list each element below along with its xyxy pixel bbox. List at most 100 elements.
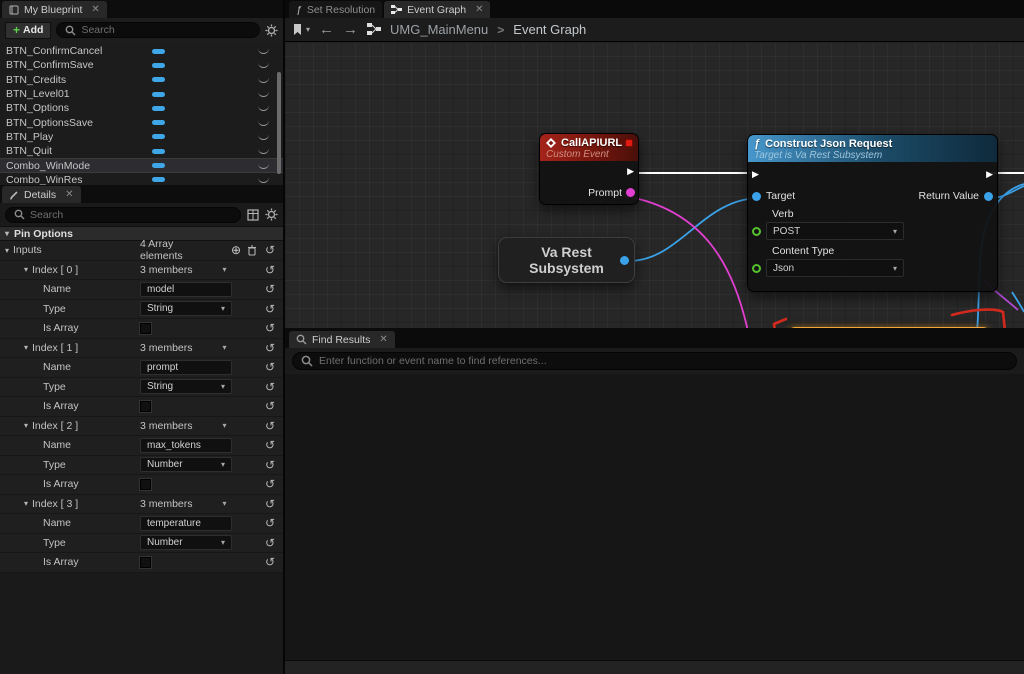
variable-type-pill[interactable]: [152, 134, 165, 139]
variable-row[interactable]: BTN_Quit: [0, 144, 283, 158]
eye-closed-icon[interactable]: [258, 177, 269, 183]
reset-icon[interactable]: ↺: [257, 458, 283, 472]
expand-arrow-icon[interactable]: ▾: [5, 246, 9, 255]
variable-row[interactable]: BTN_Play: [0, 130, 283, 144]
expand-arrow-icon[interactable]: ▾: [24, 421, 28, 430]
variable-row[interactable]: Combo_WinRes: [0, 173, 283, 185]
event-graph-canvas[interactable]: W CallAPIURL: [285, 42, 1024, 328]
eye-closed-icon[interactable]: [258, 62, 269, 68]
node-header[interactable]: CallAPIURL Custom Event: [540, 134, 638, 161]
node-header[interactable]: ƒ Construct Json Request Target is Va Re…: [748, 135, 997, 162]
name-input[interactable]: temperature: [140, 516, 232, 531]
reset-icon[interactable]: ↺: [257, 282, 283, 296]
variable-type-pill[interactable]: [152, 92, 165, 97]
gear-icon[interactable]: [265, 208, 278, 221]
variable-row[interactable]: BTN_OptionsSave: [0, 115, 283, 129]
exec-out-pin[interactable]: ▶: [986, 170, 993, 179]
variable-row[interactable]: BTN_ConfirmCancel: [0, 44, 283, 58]
isarray-checkbox[interactable]: [140, 401, 151, 412]
tab-find-results[interactable]: Find Results ✕: [289, 331, 395, 348]
bookmark-icon[interactable]: [293, 24, 302, 36]
add-element-icon[interactable]: ⊕: [231, 243, 241, 257]
content-type-input-pin[interactable]: [752, 264, 761, 273]
variable-type-pill[interactable]: [152, 63, 165, 68]
blueprint-search-input[interactable]: Search: [56, 22, 260, 38]
forward-arrow-icon[interactable]: →: [343, 21, 358, 38]
tab-set-resolution[interactable]: ƒ Set Resolution: [289, 1, 382, 18]
chevron-down-icon[interactable]: ▾: [223, 265, 227, 274]
node-make-json[interactable]: Make Json Model text-davinci-003 Target …: [788, 327, 990, 328]
variable-type-pill[interactable]: [152, 149, 165, 154]
reset-icon[interactable]: ↺: [257, 341, 283, 355]
eye-closed-icon[interactable]: [258, 120, 269, 126]
chevron-down-icon[interactable]: ▾: [306, 25, 310, 34]
find-results-input[interactable]: Enter function or event name to find ref…: [292, 352, 1017, 370]
expand-arrow-icon[interactable]: ▾: [24, 499, 28, 508]
type-dropdown[interactable]: String▾: [140, 301, 232, 316]
type-dropdown[interactable]: Number▾: [140, 457, 232, 472]
subsystem-output-pin[interactable]: [620, 256, 629, 265]
eye-closed-icon[interactable]: [258, 91, 269, 97]
variable-row[interactable]: BTN_Level01: [0, 87, 283, 101]
chevron-down-icon[interactable]: ▾: [223, 499, 227, 508]
name-input[interactable]: prompt: [140, 360, 232, 375]
content-type-dropdown[interactable]: Json▾: [766, 259, 904, 277]
reset-icon[interactable]: ↺: [257, 263, 283, 277]
reset-icon[interactable]: ↺: [257, 302, 283, 316]
eye-closed-icon[interactable]: [258, 148, 269, 154]
add-button[interactable]: + Add: [5, 22, 51, 39]
eye-closed-icon[interactable]: [258, 77, 269, 83]
close-icon[interactable]: ✕: [91, 4, 99, 15]
gear-icon[interactable]: [265, 24, 278, 37]
node-va-rest-subsystem[interactable]: Va Rest Subsystem: [498, 237, 635, 283]
chevron-down-icon[interactable]: ▾: [223, 343, 227, 352]
reset-icon[interactable]: ↺: [257, 243, 283, 257]
tab-details[interactable]: Details ✕: [2, 186, 81, 203]
node-construct-json-request[interactable]: ƒ Construct Json Request Target is Va Re…: [747, 134, 998, 292]
reset-icon[interactable]: ↺: [257, 516, 283, 530]
return-value-pin[interactable]: [984, 192, 993, 201]
variable-row[interactable]: BTN_Options: [0, 101, 283, 115]
reset-icon[interactable]: ↺: [257, 419, 283, 433]
variable-type-pill[interactable]: [152, 177, 165, 182]
name-input[interactable]: max_tokens: [140, 438, 232, 453]
trash-icon[interactable]: [247, 245, 257, 256]
variable-row[interactable]: BTN_Credits: [0, 73, 283, 87]
scrollbar[interactable]: [277, 72, 281, 174]
target-input-pin[interactable]: [752, 192, 761, 201]
eye-closed-icon[interactable]: [258, 134, 269, 140]
reset-icon[interactable]: ↺: [257, 477, 283, 491]
back-arrow-icon[interactable]: ←: [319, 21, 334, 38]
eye-closed-icon[interactable]: [258, 163, 269, 169]
tab-my-blueprint[interactable]: My Blueprint ✕: [2, 1, 107, 18]
reset-icon[interactable]: ↺: [257, 321, 283, 335]
reset-icon[interactable]: ↺: [257, 438, 283, 452]
exec-out-pin[interactable]: ▶: [627, 167, 634, 176]
details-search-input[interactable]: Search: [5, 207, 241, 223]
isarray-checkbox[interactable]: [140, 323, 151, 334]
eye-closed-icon[interactable]: [258, 48, 269, 54]
reset-icon[interactable]: ↺: [257, 399, 283, 413]
reset-icon[interactable]: ↺: [257, 380, 283, 394]
node-callapiurl[interactable]: CallAPIURL Custom Event ▶ Prompt: [539, 133, 639, 205]
breadcrumb-current[interactable]: Event Graph: [513, 22, 586, 37]
eye-closed-icon[interactable]: [258, 105, 269, 111]
verb-dropdown[interactable]: POST▾: [766, 222, 904, 240]
close-icon[interactable]: ✕: [475, 4, 483, 15]
close-icon[interactable]: ✕: [65, 189, 73, 200]
breadcrumb-root[interactable]: UMG_MainMenu: [390, 22, 488, 37]
name-input[interactable]: model: [140, 282, 232, 297]
verb-input-pin[interactable]: [752, 227, 761, 236]
isarray-checkbox[interactable]: [140, 479, 151, 490]
variable-type-pill[interactable]: [152, 163, 165, 168]
prompt-output-pin[interactable]: [626, 188, 635, 197]
tab-event-graph[interactable]: Event Graph ✕: [384, 1, 490, 18]
expand-arrow-icon[interactable]: ▾: [24, 265, 28, 274]
type-dropdown[interactable]: String▾: [140, 379, 232, 394]
exec-in-pin[interactable]: ▶: [752, 170, 759, 179]
isarray-checkbox[interactable]: [140, 557, 151, 568]
variable-type-pill[interactable]: [152, 120, 165, 125]
chevron-down-icon[interactable]: ▾: [223, 421, 227, 430]
variable-row-selected[interactable]: Combo_WinMode: [0, 158, 283, 172]
reset-icon[interactable]: ↺: [257, 536, 283, 550]
